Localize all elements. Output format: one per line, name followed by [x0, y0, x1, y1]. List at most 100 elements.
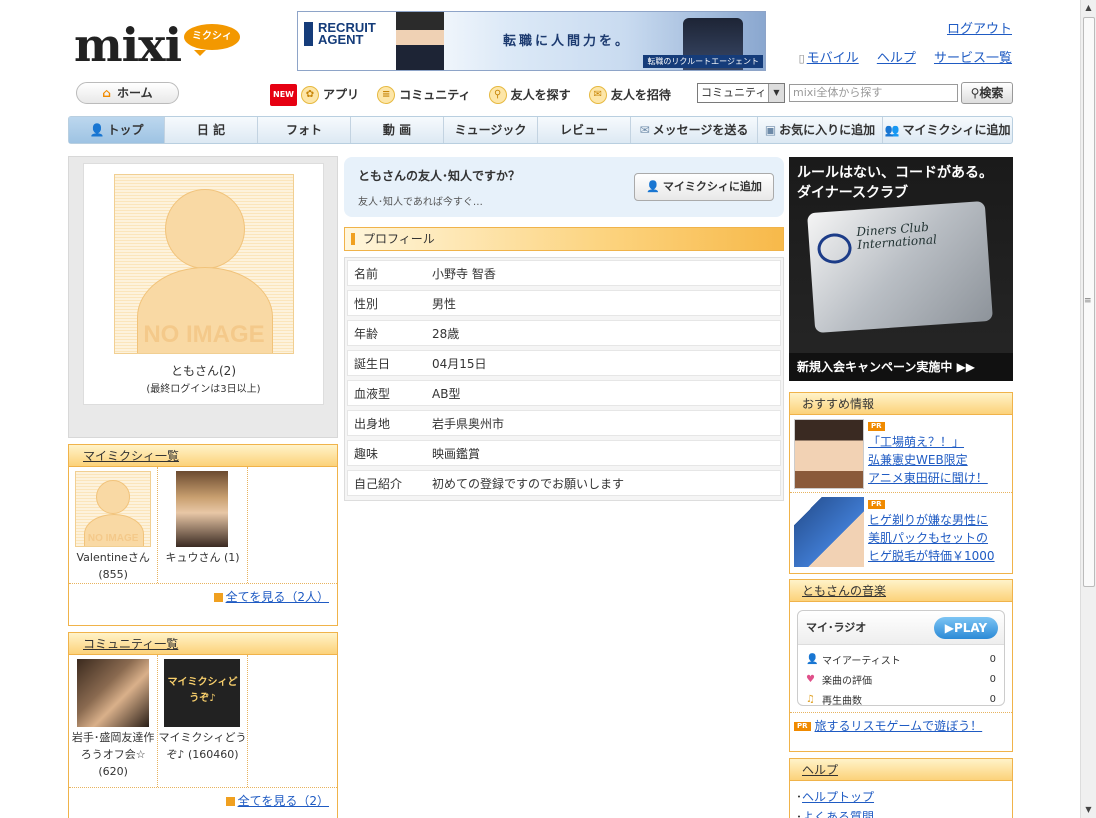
home-button[interactable]: ⌂ ホーム: [76, 82, 179, 104]
tab-label: お気に入りに追加: [779, 123, 876, 137]
ad-line2: ダイナースクラブ: [797, 185, 909, 201]
diners-ad[interactable]: ルールはない、コードがある。 ダイナースクラブ Diners Club Inter…: [789, 157, 1013, 381]
profile-key: 名前: [354, 266, 379, 281]
tab-add-mymixi[interactable]: 👥 マイミクシィに追加: [883, 117, 1012, 143]
stat-value: 0: [989, 653, 996, 665]
mymixi-header[interactable]: マイミクシィ一覧: [69, 445, 337, 467]
recommend-item[interactable]: PR ヒゲ剃りが嫌な男性に 美肌パックもセットの ヒゲ脱毛が特価￥1000: [790, 493, 1012, 571]
tab-top[interactable]: 👤 トップ: [69, 117, 165, 143]
see-all-link[interactable]: 全てを見る（2）: [238, 794, 329, 808]
search-button[interactable]: ⚲検索: [961, 82, 1013, 104]
add-person-icon: 👤: [646, 180, 660, 193]
banner-brand: RECRUIT AGENT: [304, 21, 376, 46]
scroll-up-arrow-icon[interactable]: ▲: [1081, 0, 1096, 16]
help-list: ･ヘルプトップ ･よくある質問: [790, 781, 1012, 818]
tab-music[interactable]: ミュージック: [444, 117, 538, 143]
profile-value: 04月15日: [432, 356, 487, 371]
play-button[interactable]: ▶PLAY: [934, 617, 998, 639]
profile-header: プロフィール: [344, 227, 784, 251]
profile-key: 年齢: [354, 326, 379, 341]
recommend-link[interactable]: 「工場萌え？！」: [868, 435, 964, 449]
recommend-link[interactable]: ヒゲ剃りが嫌な男性に: [868, 513, 988, 527]
envelope-icon: ✉: [639, 123, 650, 137]
help-item[interactable]: ･よくある質問: [796, 807, 1006, 818]
search-icon: ⚲: [488, 86, 507, 104]
help-item[interactable]: ･ヘルプトップ: [796, 787, 1006, 807]
find-friends-menu-item[interactable]: ⚲ 友人を探す: [488, 85, 571, 105]
help-box: ヘルプ ･ヘルプトップ ･よくある質問: [789, 758, 1013, 818]
chevron-down-icon: ▼: [768, 84, 784, 102]
search-scope-select[interactable]: コミュニティ ▼: [697, 83, 785, 103]
profile-value: 28歳: [432, 326, 460, 341]
tab-send-message[interactable]: ✉ メッセージを送る: [631, 117, 758, 143]
vertical-scrollbar[interactable]: ▲ ≡ ▼: [1080, 0, 1096, 818]
apps-menu-item[interactable]: NEW ✿ アプリ: [270, 84, 359, 106]
profile-row-name: 名前 小野寺 智香: [347, 260, 781, 286]
community-box: コミュニティ一覧 岩手･盛岡友達作ろうオフ会☆ (620) マイミクシィどうぞ♪…: [68, 632, 338, 818]
friend-name: Valentineさん (855): [76, 551, 150, 581]
add-mymixi-button[interactable]: 👤 マイミクシィに追加: [634, 173, 774, 201]
profile-key: 性別: [354, 296, 379, 311]
recommend-item[interactable]: PR 「工場萌え？！」 弘兼憲史WEB限定 アニメ東田研に聞け！: [790, 415, 1012, 493]
profile-card: NO IMAGE ともさん(2) (最終ログインは3日以上): [68, 156, 338, 438]
music-pr-link[interactable]: 旅するリスモゲームで遊ぼう！: [815, 719, 983, 733]
home-label: ホーム: [116, 86, 153, 100]
community-item[interactable]: マイミクシィどうぞ♪ マイミクシィどうぞ♪ (160460): [158, 655, 248, 787]
community-item[interactable]: 岩手･盛岡友達作ろうオフ会☆ (620): [69, 655, 159, 787]
help-header[interactable]: ヘルプ: [790, 759, 1012, 781]
help-link[interactable]: よくある質問: [802, 810, 874, 818]
profile-table: 名前 小野寺 智香 性別 男性 年齢 28歳 誕生日 04月15日 血液型 AB型 出身地…: [344, 257, 784, 501]
mixi-logo[interactable]: mixi ミクシィ: [74, 20, 244, 70]
profile-row-birthday: 誕生日 04月15日: [347, 350, 781, 376]
profile-value: 男性: [432, 296, 457, 311]
help-link[interactable]: ヘルプトップ: [802, 790, 874, 804]
tab-video[interactable]: 動 画: [351, 117, 444, 143]
friend-name: キュウさん (1): [165, 551, 240, 564]
music-pr[interactable]: PR 旅するリスモゲームで遊ぼう！: [790, 712, 1012, 740]
add-mymixi-label: マイミクシィに追加: [662, 180, 762, 193]
search-scope-value: コミュニティ: [701, 86, 767, 99]
avatar-head: [96, 480, 131, 514]
logout-link[interactable]: ログアウト: [799, 18, 1012, 37]
friend-avatar: NO IMAGE: [75, 471, 152, 547]
invite-friends-menu-item[interactable]: ✉ 友人を招待: [588, 85, 671, 105]
friend-item[interactable]: NO IMAGE Valentineさん (855): [69, 467, 159, 583]
recommend-link[interactable]: ヒゲ脱毛が特価￥1000: [868, 549, 995, 563]
search-input[interactable]: mixi全体から探す: [789, 84, 958, 102]
profile-row-hobby: 趣味 映画鑑賞: [347, 440, 781, 466]
recommend-link[interactable]: アニメ東田研に聞け！: [868, 471, 988, 485]
tab-review[interactable]: レビュー: [538, 117, 631, 143]
services-link[interactable]: サービス一覧: [934, 51, 1012, 66]
recommend-text: PR 「工場萌え？！」 弘兼憲史WEB限定 アニメ東田研に聞け！: [868, 415, 988, 487]
credit-card-image: Diners Club International: [807, 200, 993, 334]
search-button-label: 検索: [979, 86, 1004, 100]
community-header[interactable]: コミュニティ一覧: [69, 633, 337, 655]
empty-cell: [248, 655, 337, 787]
tab-diary[interactable]: 日 記: [165, 117, 258, 143]
scroll-down-arrow-icon[interactable]: ▼: [1081, 802, 1096, 818]
community-see-all[interactable]: 全てを見る（2）: [69, 788, 337, 813]
mymixi-friends: NO IMAGE Valentineさん (855) キュウさん (1): [69, 467, 337, 584]
noimage-text: NO IMAGE: [143, 321, 265, 348]
tab-add-favorite[interactable]: ▣ お気に入りに追加: [758, 117, 883, 143]
recommend-box: おすすめ情報 PR 「工場萌え？！」 弘兼憲史WEB限定 アニメ東田研に聞け！ …: [789, 392, 1013, 574]
help-link[interactable]: ヘルプ: [877, 51, 916, 66]
see-all-link[interactable]: 全てを見る（2人）: [226, 590, 329, 604]
community-menu-item[interactable]: ≡ コミュニティ: [377, 85, 470, 105]
recommend-link[interactable]: 弘兼憲史WEB限定: [868, 453, 968, 467]
tab-photo[interactable]: フォト: [258, 117, 351, 143]
recruit-banner[interactable]: RECRUIT AGENT 転職に人間力を。 転職のリクルートエージェント: [297, 11, 766, 71]
mymixi-see-all[interactable]: 全てを見る（2人）: [69, 584, 337, 609]
community-title: コミュニティ一覧: [83, 637, 179, 651]
music-stat: 👤 マイアーティスト 0: [798, 649, 1004, 669]
recommend-image: [794, 497, 864, 567]
mobile-link[interactable]: モバイル: [799, 51, 859, 66]
stat-value: 0: [989, 693, 996, 705]
music-header[interactable]: ともさんの音楽: [790, 580, 1012, 602]
tab-label: マイミクシィに追加: [902, 123, 1011, 137]
recommend-link[interactable]: 美肌パックもセットの: [868, 531, 988, 545]
friend-item[interactable]: キュウさん (1): [158, 467, 248, 583]
profile-value: AB型: [432, 386, 461, 401]
profile-row-hometown: 出身地 岩手県奥州市: [347, 410, 781, 436]
diners-logo-icon: [816, 232, 853, 265]
